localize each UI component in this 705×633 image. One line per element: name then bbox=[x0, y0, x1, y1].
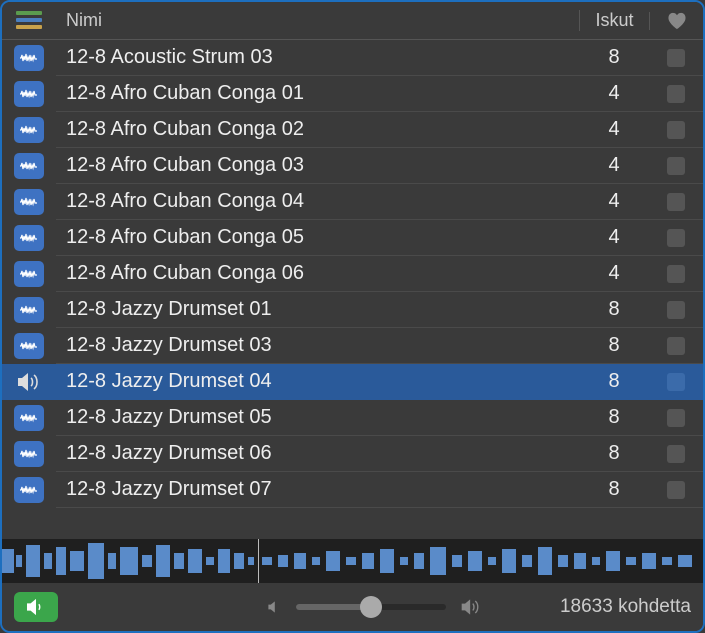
table-row[interactable]: 12-8 Jazzy Drumset 07 8 bbox=[2, 472, 703, 508]
audio-loop-icon bbox=[14, 45, 44, 71]
loop-type-icon[interactable] bbox=[2, 400, 56, 436]
loop-type-icon[interactable] bbox=[2, 292, 56, 328]
loop-type-icon[interactable] bbox=[2, 328, 56, 364]
loop-type-icon[interactable] bbox=[2, 112, 56, 148]
footer-toolbar: 18633 kohdetta bbox=[2, 583, 703, 631]
speaker-icon bbox=[25, 598, 47, 616]
loop-beats-value: 8 bbox=[608, 334, 619, 357]
column-header-name[interactable]: Nimi bbox=[56, 10, 579, 31]
speaker-playing-icon bbox=[14, 369, 44, 395]
audio-loop-icon bbox=[14, 153, 44, 179]
heart-icon bbox=[667, 12, 687, 30]
result-count-label: 18633 kohdetta bbox=[560, 596, 691, 618]
favorite-checkbox[interactable] bbox=[667, 301, 685, 319]
preview-play-button[interactable] bbox=[14, 592, 58, 622]
table-row[interactable]: 12-8 Acoustic Strum 03 8 bbox=[2, 40, 703, 76]
table-row[interactable]: 12-8 Afro Cuban Conga 01 4 bbox=[2, 76, 703, 112]
loop-type-icon[interactable] bbox=[2, 184, 56, 220]
loop-name-label: 12-8 Jazzy Drumset 07 bbox=[66, 478, 272, 501]
loop-type-icon[interactable] bbox=[2, 76, 56, 112]
audio-loop-icon bbox=[14, 441, 44, 467]
favorite-checkbox[interactable] bbox=[667, 193, 685, 211]
audio-loop-icon bbox=[14, 297, 44, 323]
loop-type-icon[interactable] bbox=[2, 472, 56, 508]
favorite-checkbox[interactable] bbox=[667, 373, 685, 391]
loop-beats-value: 8 bbox=[608, 298, 619, 321]
volume-slider-thumb[interactable] bbox=[360, 596, 382, 618]
loop-beats-value: 8 bbox=[608, 46, 619, 69]
loop-type-icon[interactable] bbox=[2, 40, 56, 76]
loop-name-label: 12-8 Afro Cuban Conga 04 bbox=[66, 190, 304, 213]
favorite-checkbox[interactable] bbox=[667, 337, 685, 355]
volume-slider[interactable] bbox=[296, 604, 446, 610]
loop-type-icon[interactable] bbox=[2, 256, 56, 292]
loop-beats-value: 4 bbox=[608, 82, 619, 105]
loop-beats-value: 8 bbox=[608, 478, 619, 501]
audio-loop-icon bbox=[14, 405, 44, 431]
favorite-checkbox[interactable] bbox=[667, 481, 685, 499]
loop-beats-value: 4 bbox=[608, 118, 619, 141]
column-header-iskut[interactable]: Iskut bbox=[579, 10, 649, 31]
table-row[interactable]: 12-8 Afro Cuban Conga 03 4 bbox=[2, 148, 703, 184]
hamburger-icon bbox=[16, 11, 42, 31]
favorite-checkbox[interactable] bbox=[667, 409, 685, 427]
loop-name-label: 12-8 Afro Cuban Conga 05 bbox=[66, 226, 304, 249]
favorite-checkbox[interactable] bbox=[667, 445, 685, 463]
loop-beats-value: 8 bbox=[608, 442, 619, 465]
loop-name-label: 12-8 Afro Cuban Conga 06 bbox=[66, 262, 304, 285]
audio-loop-icon bbox=[14, 333, 44, 359]
loop-list[interactable]: 12-8 Acoustic Strum 03 8 12-8 Afro Cuban C… bbox=[2, 40, 703, 539]
loop-name-label: 12-8 Afro Cuban Conga 01 bbox=[66, 82, 304, 105]
column-header-favorite[interactable] bbox=[649, 12, 703, 30]
table-row[interactable]: 12-8 Jazzy Drumset 03 8 bbox=[2, 328, 703, 364]
favorite-checkbox[interactable] bbox=[667, 157, 685, 175]
favorite-checkbox[interactable] bbox=[667, 85, 685, 103]
loop-name-label: 12-8 Jazzy Drumset 04 bbox=[66, 370, 272, 393]
loop-beats-value: 4 bbox=[608, 154, 619, 177]
loop-beats-value: 4 bbox=[608, 190, 619, 213]
view-mode-toggle[interactable] bbox=[2, 11, 56, 31]
loop-type-icon[interactable] bbox=[2, 220, 56, 256]
favorite-checkbox[interactable] bbox=[667, 265, 685, 283]
loop-name-label: 12-8 Jazzy Drumset 05 bbox=[66, 406, 272, 429]
table-row[interactable]: 12-8 Afro Cuban Conga 02 4 bbox=[2, 112, 703, 148]
loop-name-label: 12-8 Acoustic Strum 03 bbox=[66, 46, 273, 69]
favorite-checkbox[interactable] bbox=[667, 229, 685, 247]
loop-type-icon[interactable] bbox=[2, 148, 56, 184]
audio-loop-icon bbox=[14, 261, 44, 287]
table-row[interactable]: 12-8 Jazzy Drumset 01 8 bbox=[2, 292, 703, 328]
playhead-marker[interactable] bbox=[258, 539, 259, 583]
loop-beats-value: 8 bbox=[608, 406, 619, 429]
table-row[interactable]: 12-8 Afro Cuban Conga 06 4 bbox=[2, 256, 703, 292]
loop-type-icon[interactable] bbox=[2, 436, 56, 472]
audio-loop-icon bbox=[14, 81, 44, 107]
loop-name-label: 12-8 Afro Cuban Conga 02 bbox=[66, 118, 304, 141]
loop-browser-window: Nimi Iskut 12-8 Acoustic Strum 03812-8 A… bbox=[0, 0, 705, 633]
favorite-checkbox[interactable] bbox=[667, 49, 685, 67]
loop-name-label: 12-8 Afro Cuban Conga 03 bbox=[66, 154, 304, 177]
audio-loop-icon bbox=[14, 477, 44, 503]
volume-high-icon bbox=[460, 598, 482, 616]
loop-name-label: 12-8 Jazzy Drumset 01 bbox=[66, 298, 272, 321]
volume-low-icon bbox=[266, 599, 282, 615]
now-playing-indicator[interactable] bbox=[2, 364, 56, 400]
table-row[interactable]: 12-8 Jazzy Drumset 04 8 bbox=[2, 364, 703, 400]
loop-name-label: 12-8 Jazzy Drumset 06 bbox=[66, 442, 272, 465]
loop-beats-value: 4 bbox=[608, 226, 619, 249]
loop-name-label: 12-8 Jazzy Drumset 03 bbox=[66, 334, 272, 357]
waveform-preview[interactable] bbox=[2, 539, 703, 583]
column-header-row: Nimi Iskut bbox=[2, 2, 703, 40]
audio-loop-icon bbox=[14, 225, 44, 251]
favorite-checkbox[interactable] bbox=[667, 121, 685, 139]
waveform-icon bbox=[2, 539, 703, 583]
table-row[interactable]: 12-8 Afro Cuban Conga 04 4 bbox=[2, 184, 703, 220]
table-row[interactable]: 12-8 Jazzy Drumset 06 8 bbox=[2, 436, 703, 472]
audio-loop-icon bbox=[14, 189, 44, 215]
audio-loop-icon bbox=[14, 117, 44, 143]
loop-beats-value: 4 bbox=[608, 262, 619, 285]
table-row[interactable]: 12-8 Jazzy Drumset 05 8 bbox=[2, 400, 703, 436]
loop-beats-value: 8 bbox=[608, 370, 619, 393]
table-row[interactable]: 12-8 Afro Cuban Conga 05 4 bbox=[2, 220, 703, 256]
